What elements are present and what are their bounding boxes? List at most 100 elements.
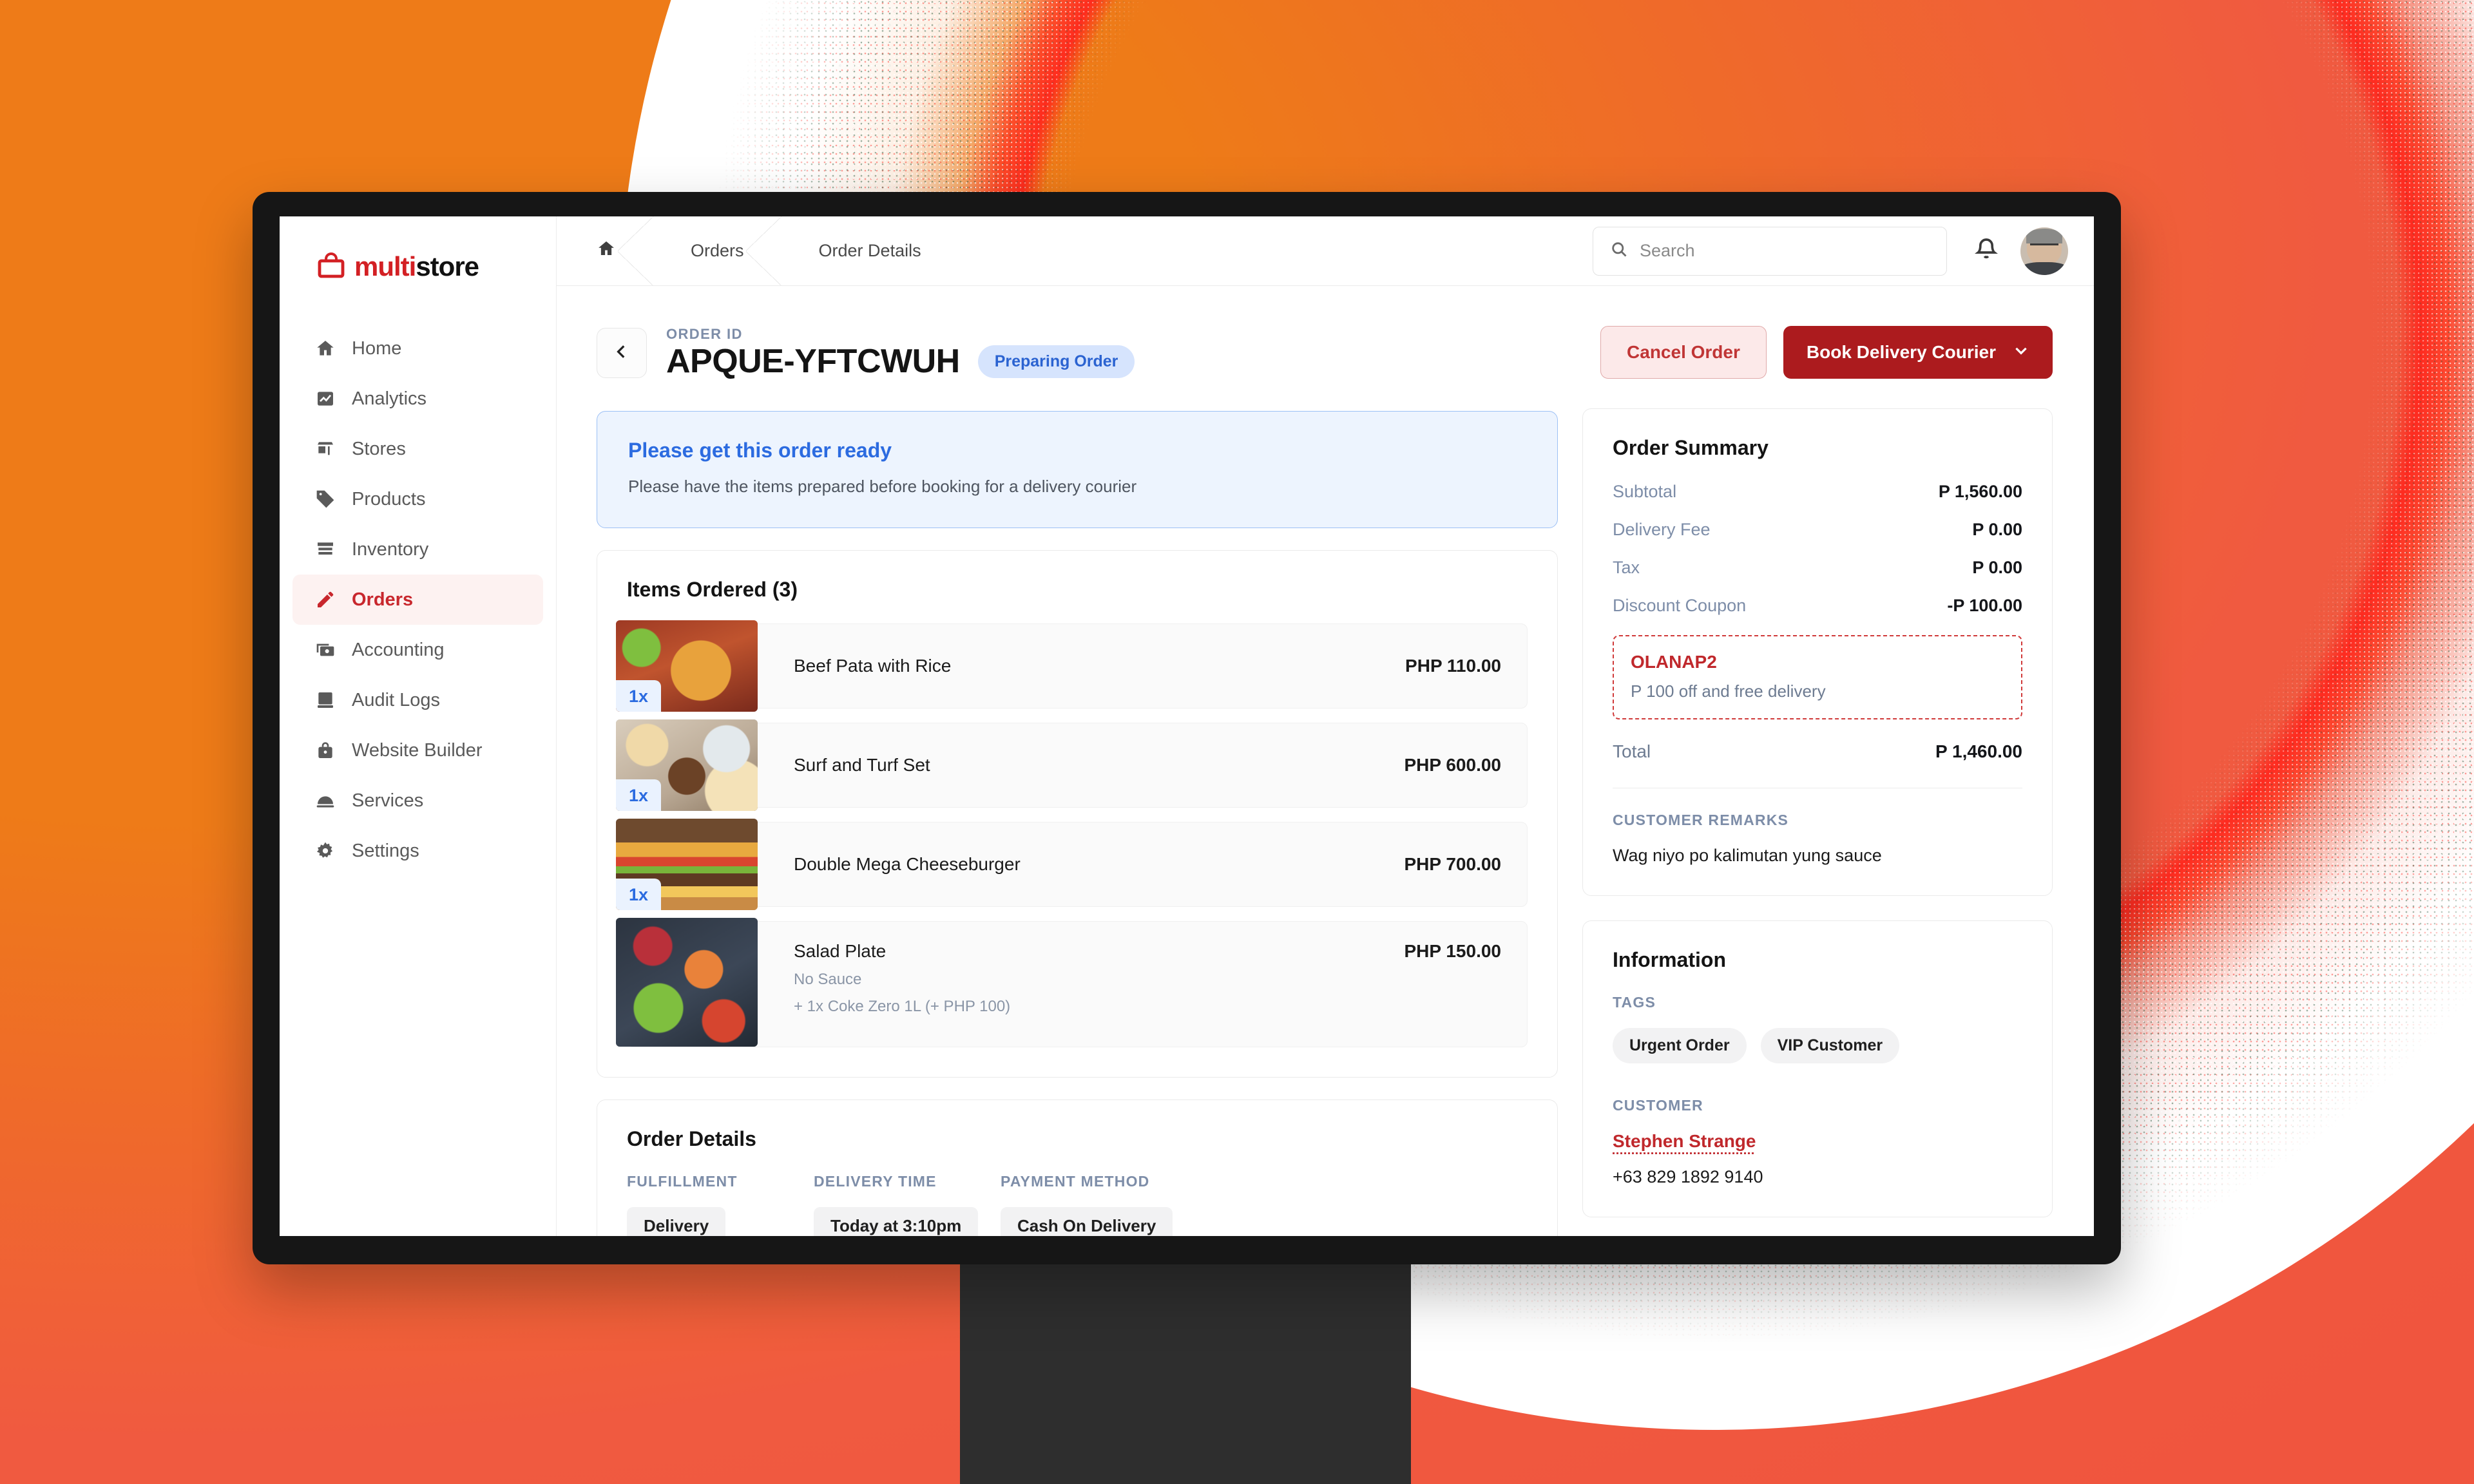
gear-icon [314, 840, 336, 862]
brand-name: multistore [354, 253, 479, 280]
summary-row-delivery-fee: Delivery Fee P 0.00 [1613, 520, 2022, 540]
sidebar-item-audit-logs[interactable]: Audit Logs [292, 675, 543, 725]
list-item[interactable]: 1x Surf and Turf Set PHP 600.00 [616, 719, 1528, 812]
sidebar: multistore Home Analytics Stores Product… [280, 216, 557, 1236]
list-item[interactable]: 1x Beef Pata with Rice PHP 110.00 [616, 620, 1528, 712]
order-id-block: ORDER ID APQUE-YFTCWUH Preparing Order [666, 326, 1135, 380]
sidebar-item-stores[interactable]: Stores [292, 424, 543, 474]
sidebar-item-label: Settings [352, 840, 419, 861]
breadcrumb-home[interactable] [585, 216, 654, 286]
tag-icon [314, 488, 336, 510]
chevron-down-icon [2013, 342, 2029, 363]
sidebar-item-label: Audit Logs [352, 689, 441, 710]
monitor-stand [960, 1261, 1411, 1484]
sidebar-item-website-builder[interactable]: Website Builder [292, 725, 543, 775]
left-column: ORDER ID APQUE-YFTCWUH Preparing Order P… [597, 326, 1558, 1236]
summary-value: -P 100.00 [1947, 596, 2022, 615]
summary-value: P 0.00 [1972, 558, 2022, 577]
book-icon [314, 689, 336, 711]
avatar-hair [2026, 229, 2063, 243]
bell-icon [1973, 236, 1999, 265]
alert-title: Please get this order ready [628, 439, 892, 462]
sidebar-item-label: Analytics [352, 388, 427, 409]
avatar-shirt [2022, 262, 2067, 275]
coupon-box[interactable]: OLANAP2 P 100 off and free delivery [1613, 635, 2022, 719]
sidebar-item-products[interactable]: Products [292, 474, 543, 524]
search-input[interactable] [1640, 241, 1930, 261]
item-price: PHP 110.00 [1405, 656, 1501, 676]
search-box[interactable] [1593, 226, 1947, 276]
back-button[interactable] [597, 328, 647, 379]
item-name: Surf and Turf Set [794, 755, 930, 775]
sidebar-item-inventory[interactable]: Inventory [292, 524, 543, 575]
item-info: Salad Plate No Sauce + 1x Coke Zero 1L (… [794, 941, 1405, 1016]
item-thumbnail: 1x [616, 819, 758, 911]
item-option: + 1x Coke Zero 1L (+ PHP 100) [794, 998, 1011, 1016]
summary-row-discount-coupon: Discount Coupon -P 100.00 [1613, 596, 2022, 616]
customer-remarks-label: CUSTOMER REMARKS [1613, 812, 1789, 828]
sidebar-item-services[interactable]: Services [292, 775, 543, 826]
breadcrumb: Orders Order Details [585, 216, 1593, 286]
summary-row-total: Total P 1,460.00 [1613, 741, 2022, 762]
brand-name-store: store [416, 251, 479, 281]
lock-bag-icon [314, 739, 336, 761]
dome-icon [314, 790, 336, 812]
item-price: PHP 600.00 [1404, 755, 1502, 775]
tag-chip[interactable]: Urgent Order [1613, 1028, 1747, 1063]
home-icon [597, 239, 616, 263]
order-id-label: ORDER ID [666, 326, 743, 342]
total-value: P 1,460.00 [1935, 741, 2022, 761]
sidebar-item-settings[interactable]: Settings [292, 826, 543, 876]
brand-logo[interactable]: multistore [280, 246, 556, 287]
shopping-bag-icon [316, 251, 347, 282]
item-info: Surf and Turf Set [794, 755, 1405, 775]
item-info: Double Mega Cheeseburger [794, 854, 1405, 875]
sidebar-item-orders[interactable]: Orders [292, 575, 543, 625]
sidebar-item-label: Stores [352, 438, 406, 459]
field-label: FULFILLMENT [627, 1173, 738, 1190]
breadcrumb-orders[interactable]: Orders [653, 216, 782, 286]
item-info: Beef Pata with Rice [794, 656, 1405, 676]
order-id-value: APQUE-YFTCWUH [666, 343, 960, 380]
order-detail-fulfillment: FULFILLMENT Delivery [627, 1173, 814, 1236]
summary-row-subtotal: Subtotal P 1,560.00 [1613, 482, 2022, 502]
items-ordered-card: Items Ordered (3) 1x Beef Pata with Rice [597, 550, 1558, 1078]
list-item[interactable]: Salad Plate No Sauce + 1x Coke Zero 1L (… [616, 918, 1528, 1048]
cancel-order-button[interactable]: Cancel Order [1600, 326, 1767, 379]
item-name: Double Mega Cheeseburger [794, 854, 1021, 875]
book-delivery-courier-button[interactable]: Book Delivery Courier [1783, 326, 2053, 379]
summary-value: P 1,560.00 [1938, 482, 2022, 501]
sidebar-item-label: Website Builder [352, 739, 483, 761]
sidebar-item-label: Inventory [352, 538, 429, 560]
item-thumbnail: 1x [616, 620, 758, 712]
monitor: multistore Home Analytics Stores Product… [253, 192, 2121, 1484]
item-quantity-badge: 1x [616, 779, 662, 812]
field-value: Delivery [627, 1207, 726, 1236]
sidebar-item-analytics[interactable]: Analytics [292, 374, 543, 424]
avatar[interactable] [2020, 227, 2068, 275]
field-label: DELIVERY TIME [814, 1173, 937, 1190]
search-icon [1610, 240, 1628, 262]
notifications-button[interactable] [1969, 234, 2004, 269]
main-area: Orders Order Details Search ORDER ID APQ… [557, 216, 2094, 1236]
sidebar-item-label: Services [352, 790, 424, 811]
tags-list: Urgent Order VIP Customer [1613, 1028, 2022, 1063]
order-details-card: Order Details FULFILLMENT Delivery DELIV… [597, 1099, 1558, 1236]
order-summary-title: Order Summary [1613, 436, 1769, 459]
sidebar-item-label: Orders [352, 589, 414, 610]
item-name: Salad Plate [794, 941, 887, 962]
order-header: ORDER ID APQUE-YFTCWUH Preparing Order [597, 326, 1558, 380]
sidebar-item-home[interactable]: Home [292, 323, 543, 374]
item-name: Beef Pata with Rice [794, 656, 952, 676]
sidebar-item-accounting[interactable]: Accounting [292, 625, 543, 675]
tag-chip[interactable]: VIP Customer [1760, 1028, 1900, 1063]
chevron-left-icon [613, 343, 630, 363]
customer-remarks-text: Wag niyo po kalimutan yung sauce [1613, 846, 1882, 865]
inventory-icon [314, 538, 336, 560]
breadcrumb-order-details[interactable]: Order Details [782, 216, 959, 286]
right-column: Cancel Order Book Delivery Courier Order… [1582, 326, 2053, 1236]
list-item[interactable]: 1x Double Mega Cheeseburger PHP 700.00 [616, 819, 1528, 911]
customer-name-link[interactable]: Stephen Strange [1613, 1131, 2022, 1152]
field-label: PAYMENT METHOD [1001, 1173, 1150, 1190]
summary-label: Subtotal [1613, 482, 1677, 501]
